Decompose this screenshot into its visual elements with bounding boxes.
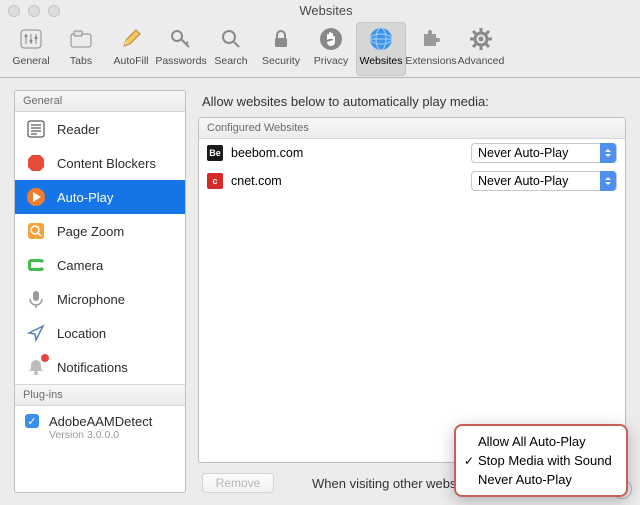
policy-value: Never Auto-Play [478, 174, 568, 188]
toolbar-label: Advanced [458, 55, 505, 67]
sidebar-item-label: Reader [57, 122, 100, 137]
plugin-label: AdobeAAMDetect [49, 414, 152, 429]
tabs-icon [66, 24, 96, 54]
camera-icon [25, 254, 47, 276]
sidebar-item-plugin[interactable]: ✓ AdobeAAMDetect Version 3.0.0.0 [15, 406, 185, 447]
toolbar-label: Search [214, 55, 247, 67]
toolbar-label: Tabs [70, 55, 92, 67]
toolbar-extensions[interactable]: Extensions [406, 22, 456, 76]
sidebar-item-label: Location [57, 326, 106, 341]
sidebar-item-label: Camera [57, 258, 103, 273]
sidebar-item-notifications[interactable]: Notifications [15, 350, 185, 384]
sidebar: General Reader Content Blockers Auto-Pla… [14, 90, 186, 493]
menu-item-stop-media-sound[interactable]: ✓ Stop Media with Sound [460, 451, 622, 470]
toolbar-autofill[interactable]: AutoFill [106, 22, 156, 76]
toolbar-general[interactable]: General [6, 22, 56, 76]
sidebar-item-microphone[interactable]: Microphone [15, 282, 185, 316]
sidebar-item-label: Auto-Play [57, 190, 113, 205]
table-row[interactable]: c cnet.com Never Auto-Play [199, 167, 625, 195]
sidebar-item-label: Microphone [57, 292, 125, 307]
play-icon [25, 186, 47, 208]
toolbar-advanced[interactable]: Advanced [456, 22, 506, 76]
sidebar-header-general: General [15, 91, 185, 112]
table-body: Be beebom.com Never Auto-Play c cnet.com… [199, 139, 625, 462]
sidebar-item-label: Content Blockers [57, 156, 156, 171]
content-heading: Allow websites below to automatically pl… [198, 90, 626, 117]
stepper-arrows-icon [600, 171, 616, 191]
toolbar-label: Websites [360, 55, 403, 67]
policy-select[interactable]: Never Auto-Play [471, 143, 617, 163]
checkbox-checked-icon[interactable]: ✓ [25, 414, 39, 428]
lock-icon [266, 24, 296, 54]
toolbar-label: Passwords [155, 55, 206, 67]
sidebar-item-auto-play[interactable]: Auto-Play [15, 180, 185, 214]
sidebar-header-plugins: Plug-ins [15, 384, 185, 406]
configured-websites-table: Configured Websites Be beebom.com Never … [198, 117, 626, 463]
sidebar-item-camera[interactable]: Camera [15, 248, 185, 282]
notification-badge-icon [41, 354, 49, 362]
window-title: Websites [20, 3, 632, 18]
site-domain: beebom.com [231, 146, 471, 160]
table-row[interactable]: Be beebom.com Never Auto-Play [199, 139, 625, 167]
sidebar-item-page-zoom[interactable]: Page Zoom [15, 214, 185, 248]
toolbar-label: Extensions [405, 55, 456, 67]
stepper-arrows-icon [600, 143, 616, 163]
menu-item-label: Never Auto-Play [478, 472, 572, 487]
switches-icon [16, 24, 46, 54]
table-header: Configured Websites [199, 118, 625, 139]
puzzle-icon [416, 24, 446, 54]
toolbar-security[interactable]: Security [256, 22, 306, 76]
zoom-icon [25, 220, 47, 242]
close-window-icon[interactable] [8, 5, 20, 17]
checkmark-icon: ✓ [464, 454, 474, 468]
menu-item-never[interactable]: Never Auto-Play [460, 470, 622, 489]
stop-icon [25, 152, 47, 174]
microphone-icon [25, 288, 47, 310]
toolbar-tabs[interactable]: Tabs [56, 22, 106, 76]
autoplay-policy-menu: Allow All Auto-Play ✓ Stop Media with So… [454, 424, 628, 497]
titlebar: Websites [0, 0, 640, 20]
site-domain: cnet.com [231, 174, 471, 188]
policy-select[interactable]: Never Auto-Play [471, 171, 617, 191]
toolbar-websites[interactable]: Websites [356, 22, 406, 76]
location-icon [25, 322, 47, 344]
gear-icon [466, 24, 496, 54]
plugin-text: AdobeAAMDetect Version 3.0.0.0 [49, 414, 152, 441]
sidebar-item-label: Notifications [57, 360, 128, 375]
toolbar-label: General [12, 55, 49, 67]
policy-value: Never Auto-Play [478, 146, 568, 160]
plugin-version: Version 3.0.0.0 [49, 429, 152, 441]
hand-icon [316, 24, 346, 54]
sidebar-item-reader[interactable]: Reader [15, 112, 185, 146]
preferences-toolbar: General Tabs AutoFill Passwords Search S… [0, 20, 640, 78]
key-icon [166, 24, 196, 54]
toolbar-label: Security [262, 55, 300, 67]
toolbar-label: AutoFill [113, 55, 148, 67]
search-icon [216, 24, 246, 54]
favicon-icon: Be [207, 145, 223, 161]
menu-item-allow-all[interactable]: Allow All Auto-Play [460, 432, 622, 451]
favicon-icon: c [207, 173, 223, 189]
toolbar-passwords[interactable]: Passwords [156, 22, 206, 76]
menu-item-label: Allow All Auto-Play [478, 434, 586, 449]
bell-icon [25, 356, 47, 378]
remove-button[interactable]: Remove [202, 473, 274, 493]
sidebar-item-content-blockers[interactable]: Content Blockers [15, 146, 185, 180]
toolbar-search[interactable]: Search [206, 22, 256, 76]
other-websites-label: When visiting other websites [312, 476, 477, 491]
globe-icon [366, 24, 396, 54]
sidebar-item-label: Page Zoom [57, 224, 124, 239]
sidebar-item-location[interactable]: Location [15, 316, 185, 350]
menu-item-label: Stop Media with Sound [478, 453, 612, 468]
toolbar-privacy[interactable]: Privacy [306, 22, 356, 76]
pencil-icon [116, 24, 146, 54]
toolbar-label: Privacy [314, 55, 348, 67]
reader-icon [25, 118, 47, 140]
